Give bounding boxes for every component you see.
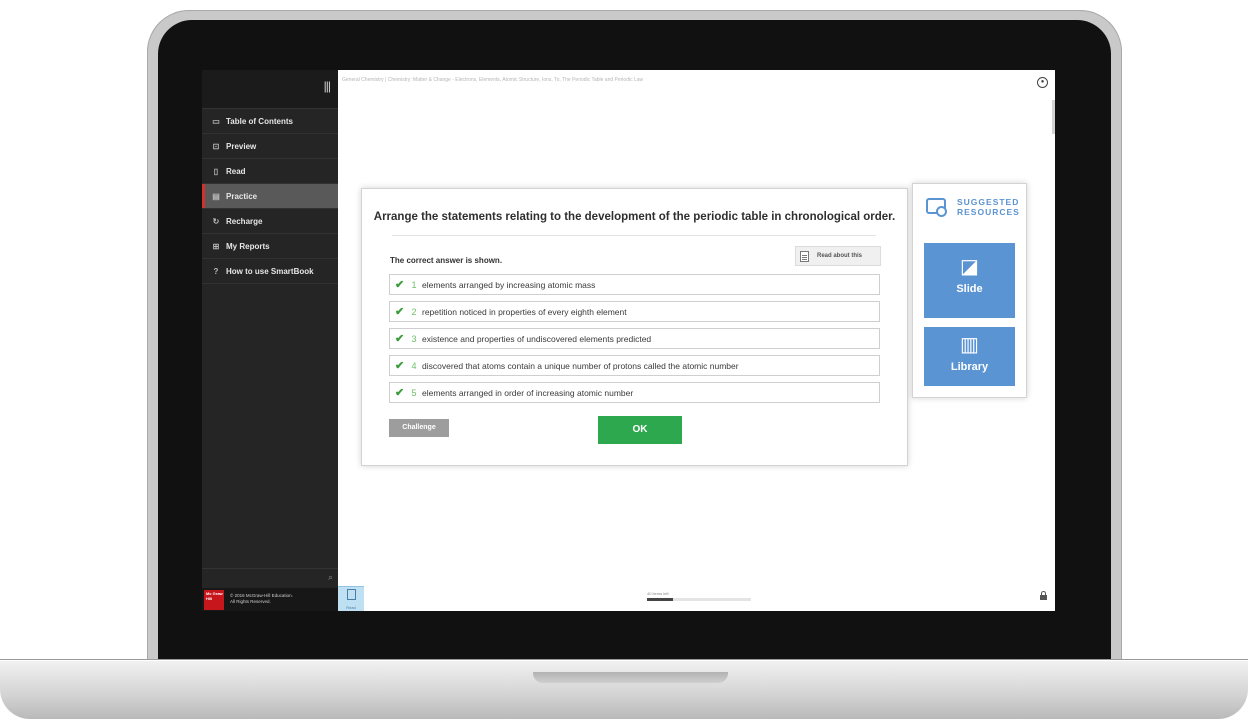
search-icon: ⌕	[327, 572, 333, 582]
library-label: Library	[950, 361, 989, 373]
progress-label: 40 items left	[647, 591, 669, 596]
answer-item: ✔ 2 repetition noticed in properties of ev…	[389, 301, 880, 322]
challenge-button[interactable]: Challenge	[389, 419, 449, 437]
sidebar: ||| ▭ Table of Contents ⊡ Preview ▯ Read ▤ P…	[202, 70, 338, 611]
resources-title-line-2: RESOURCES	[957, 207, 1020, 217]
document-icon	[346, 589, 356, 600]
copyright-line-2: All Rights Reserved.	[230, 599, 271, 604]
answer-text: existence and properties of undiscovered…	[422, 333, 652, 344]
slide-label: Slide	[956, 283, 983, 295]
sidebar-search[interactable]: ⌕	[202, 568, 338, 587]
divider	[392, 235, 876, 236]
sidebar-item-my-reports[interactable]: ⊞ My Reports	[202, 234, 338, 259]
answer-text: discovered that atoms contain a unique n…	[422, 360, 739, 371]
sidebar-item-label: Recharge	[226, 216, 263, 226]
sidebar-collapse-icon[interactable]: |||	[324, 79, 331, 93]
read-about-this-label: Read about this	[817, 253, 863, 259]
progress-bar	[647, 598, 751, 601]
help-icon: ?	[213, 266, 219, 276]
report-icon: ⊞	[212, 241, 220, 251]
question-card: Arrange the statements relating to the d…	[361, 188, 908, 466]
read-about-this-button[interactable]: Read about this	[795, 246, 881, 266]
practice-icon: ▤	[212, 191, 220, 201]
sidebar-item-label: Table of Contents	[226, 116, 293, 126]
recharge-icon: ↻	[212, 216, 220, 226]
progress-fill	[647, 598, 673, 601]
answer-item: ✔ 4 discovered that atoms contain a unique…	[389, 355, 880, 376]
copyright-text: © 2016 McGraw-Hill Education. All Rights…	[230, 593, 293, 605]
answer-number: 4	[411, 360, 417, 371]
sidebar-item-label: Practice	[226, 191, 258, 201]
laptop-base	[0, 660, 1248, 719]
sidebar-item-recharge[interactable]: ↻ Recharge	[202, 209, 338, 234]
answer-item: ✔ 3 existence and properties of undiscover…	[389, 328, 880, 349]
slide-button[interactable]: ◪ Slide	[924, 243, 1015, 318]
resources-header: SUGGESTED RESOURCES	[913, 184, 1026, 230]
sidebar-item-label: Preview	[226, 141, 257, 151]
document-icon: ▯	[213, 166, 219, 176]
sidebar-item-table-of-contents[interactable]: ▭ Table of Contents	[202, 109, 338, 134]
resources-title: SUGGESTED RESOURCES	[957, 197, 1020, 217]
account-icon[interactable]: ●	[1037, 77, 1048, 88]
slide-icon: ◪	[960, 256, 979, 278]
suggested-resources-panel: SUGGESTED RESOURCES ◪ Slide ▥ Library	[912, 183, 1027, 398]
answer-item: ✔ 1 elements arranged by increasing atomic…	[389, 274, 880, 295]
sidebar-item-read[interactable]: ▯ Read	[202, 159, 338, 184]
sidebar-item-label: Read	[226, 166, 246, 176]
sidebar-item-how-to-use[interactable]: ? How to use SmartBook	[202, 259, 338, 284]
question-title: Arrange the statements relating to the d…	[373, 211, 896, 223]
answer-list: ✔ 1 elements arranged by increasing atomic…	[389, 274, 880, 409]
answer-number: 5	[411, 387, 417, 398]
screen: ||| ▭ Table of Contents ⊡ Preview ▯ Read ▤ P…	[202, 70, 1055, 611]
sidebar-nav: ▭ Table of Contents ⊡ Preview ▯ Read ▤ Pract…	[202, 109, 338, 284]
lock-icon[interactable]	[1040, 591, 1047, 600]
breadcrumb[interactable]: General Chemistry | Chemistry: Matter & …	[342, 77, 643, 83]
answer-text: repetition noticed in properties of ever…	[422, 306, 627, 317]
answer-number: 2	[411, 306, 417, 317]
library-button[interactable]: ▥ Library	[924, 327, 1015, 386]
resources-icon	[926, 198, 947, 217]
answer-number: 1	[411, 279, 417, 290]
checkmark-icon: ✔	[395, 333, 405, 345]
scrollbar-thumb[interactable]	[1052, 100, 1055, 134]
checkmark-icon: ✔	[395, 360, 405, 372]
read-tab[interactable]: Read	[338, 586, 364, 611]
sidebar-item-preview[interactable]: ⊡ Preview	[202, 134, 338, 159]
resources-title-line-1: SUGGESTED	[957, 197, 1020, 207]
folder-icon: ▭	[212, 116, 220, 126]
book-icon: ▥	[960, 334, 979, 356]
answer-text: elements arranged in order of increasing…	[422, 387, 634, 398]
checkmark-icon: ✔	[395, 387, 405, 399]
lock-body	[1040, 595, 1047, 600]
document-icon	[800, 250, 809, 262]
laptop-base-notch	[533, 672, 728, 683]
sidebar-item-label: My Reports	[226, 241, 270, 251]
mcgraw-hill-logo: Mc Graw Hill	[204, 590, 224, 610]
sidebar-item-practice[interactable]: ▤ Practice	[202, 184, 338, 209]
magnifier-doc-icon: ⊡	[212, 141, 220, 151]
answer-item: ✔ 5 elements arranged in order of increasi…	[389, 382, 880, 403]
sidebar-item-label: How to use SmartBook	[226, 266, 314, 276]
sidebar-footer: Mc Graw Hill © 2016 McGraw-Hill Educatio…	[202, 588, 338, 611]
answer-number: 3	[411, 333, 417, 344]
main-content: General Chemistry | Chemistry: Matter & …	[338, 70, 1055, 611]
answer-text: elements arranged by increasing atomic m…	[422, 279, 596, 290]
read-tab-label: Read	[346, 605, 356, 610]
answer-status: The correct answer is shown.	[390, 256, 503, 265]
sidebar-header: |||	[202, 70, 338, 109]
checkmark-icon: ✔	[395, 306, 405, 318]
ok-button[interactable]: OK	[598, 416, 682, 444]
checkmark-icon: ✔	[395, 279, 405, 291]
